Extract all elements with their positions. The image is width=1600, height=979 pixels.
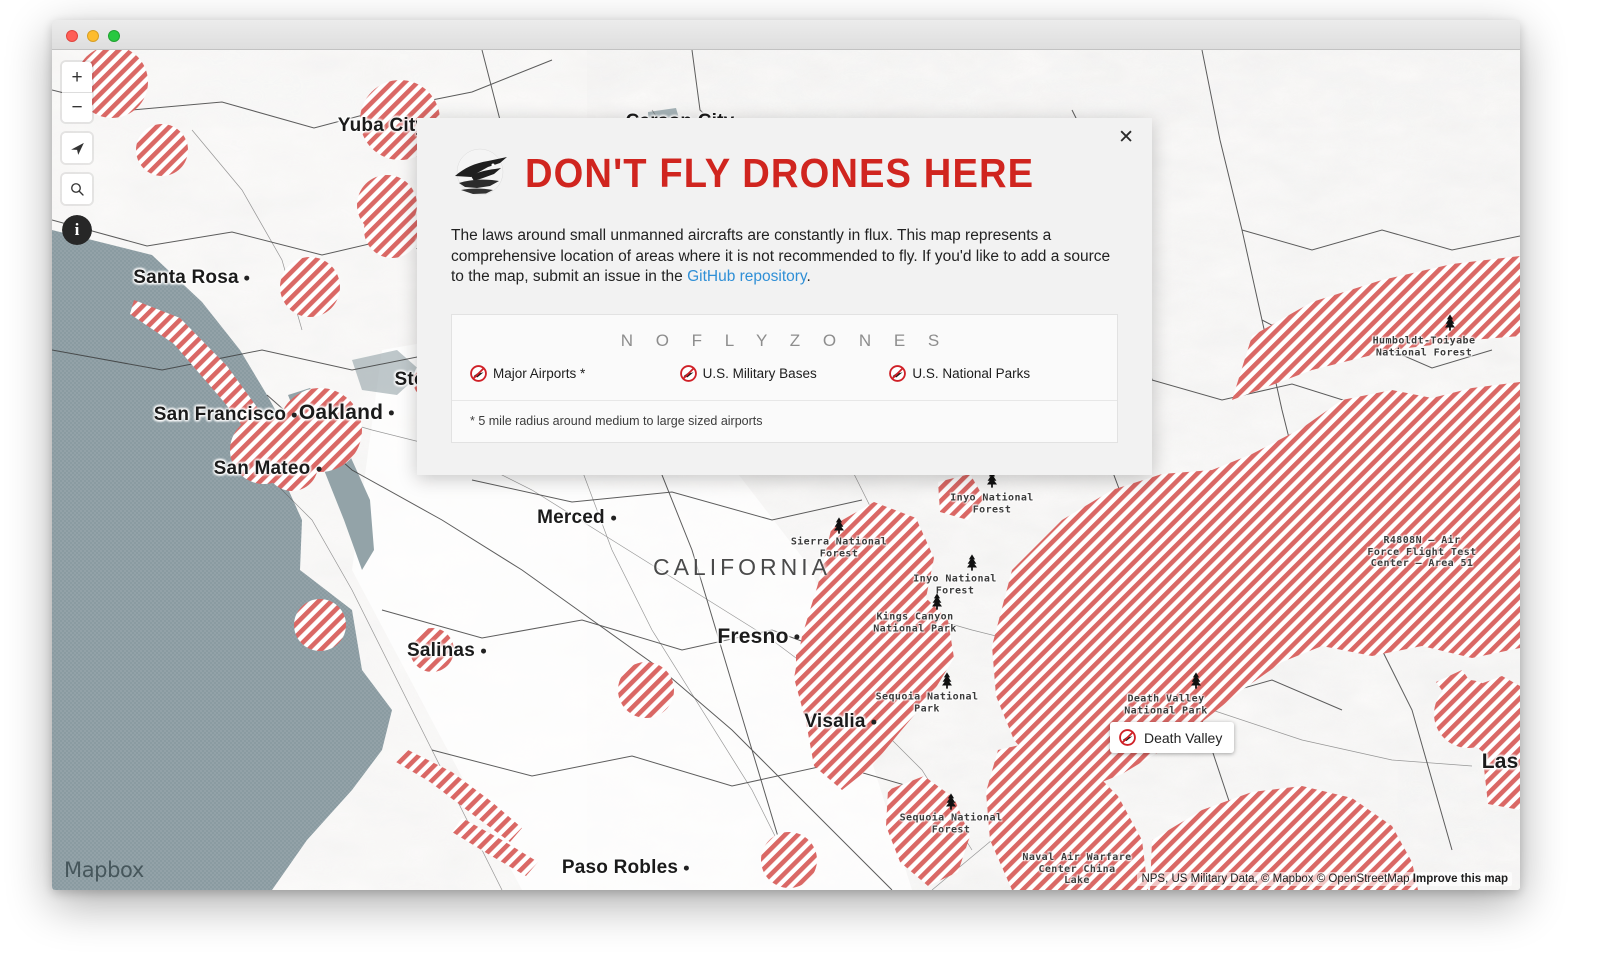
- zoom-out-button[interactable]: −: [62, 92, 92, 122]
- modal-header: DON'T FLY DRONES HERE: [451, 146, 1118, 200]
- search-control-group: [62, 174, 92, 204]
- mapbox-logo[interactable]: Mapbox: [64, 858, 144, 882]
- info-control-group: i: [62, 215, 92, 245]
- legend-item-military-bases: U.S. Military Bases: [679, 364, 890, 382]
- close-icon[interactable]: ✕: [1118, 128, 1134, 147]
- window-minimize-button[interactable]: [87, 30, 99, 42]
- legend-label: Major Airports *: [493, 365, 586, 381]
- legend-label: U.S. National Parks: [912, 365, 1031, 381]
- zoom-in-button[interactable]: +: [62, 62, 92, 92]
- no-fly-icon: [889, 364, 907, 382]
- description-text-part2: .: [806, 268, 811, 286]
- no-fly-icon: [679, 364, 697, 382]
- legend-footnote: * 5 mile radius around medium to large s…: [470, 413, 763, 428]
- map-search-button[interactable]: [62, 174, 92, 204]
- intro-modal: ✕ DON'T FLY DRONES HERE The laws around …: [417, 118, 1152, 475]
- drone-bird-logo-icon: [455, 148, 507, 196]
- improve-this-map-link[interactable]: Improve this map: [1413, 873, 1508, 885]
- no-fly-icon: [470, 364, 487, 382]
- app-window: Yuba CityCarson CitySacramentoSanta Rosa…: [52, 20, 1520, 890]
- legend-label: U.S. Military Bases: [702, 365, 817, 381]
- modal-description: The laws around small unmanned aircrafts…: [451, 226, 1118, 288]
- attribution-text: NPS, US Military Data, © Mapbox © OpenSt…: [1141, 873, 1413, 885]
- info-button[interactable]: i: [62, 215, 92, 245]
- no-fly-icon: [1119, 729, 1136, 746]
- page-title: DON'T FLY DRONES HERE: [525, 149, 1035, 196]
- legend-item-national-parks: U.S. National Parks: [889, 364, 1099, 382]
- map-canvas[interactable]: Yuba CityCarson CitySacramentoSanta Rosa…: [52, 50, 1520, 890]
- geolocate-button[interactable]: [62, 133, 92, 163]
- search-icon: [71, 183, 84, 196]
- legend-item-major-airports: Major Airports *: [470, 364, 680, 382]
- legend-panel: N O F L Y Z O N E S Major Airports * U.S…: [451, 313, 1118, 443]
- map-popup-death-valley[interactable]: Death Valley: [1110, 722, 1235, 753]
- zoom-control-group: + −: [62, 62, 92, 122]
- window-titlebar: [52, 20, 1520, 50]
- navigation-arrow-icon: [70, 142, 84, 155]
- plus-icon: +: [71, 66, 83, 88]
- legend-items: Major Airports * U.S. Military Bases U.S…: [452, 351, 1117, 401]
- legend-title: N O F L Y Z O N E S: [620, 330, 949, 350]
- popup-label: Death Valley: [1144, 729, 1223, 746]
- minus-icon: −: [71, 97, 83, 118]
- github-repository-link[interactable]: GitHub repository: [687, 268, 806, 285]
- map-controls[interactable]: + − i: [62, 62, 92, 256]
- geolocate-control-group: [62, 133, 92, 163]
- window-zoom-button[interactable]: [108, 30, 120, 42]
- map-attribution: NPS, US Military Data, © Mapbox © OpenSt…: [1137, 872, 1512, 886]
- info-icon: i: [74, 220, 80, 239]
- window-close-button[interactable]: [66, 30, 78, 42]
